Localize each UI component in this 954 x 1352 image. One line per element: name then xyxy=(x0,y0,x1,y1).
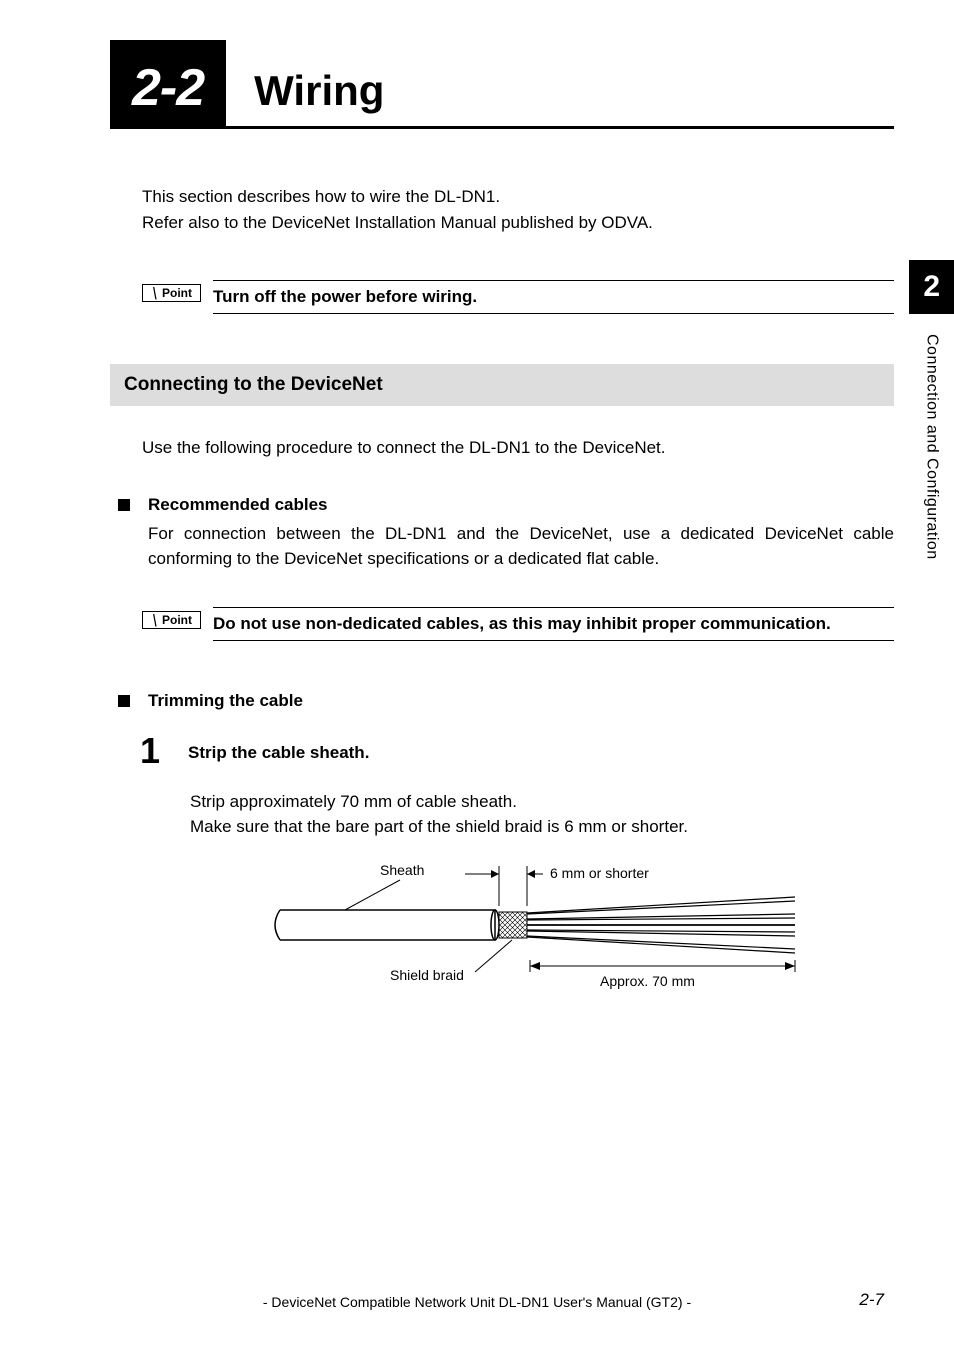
footer-text: - DeviceNet Compatible Network Unit DL-D… xyxy=(0,1294,954,1310)
side-tab: 2 Connection and Configuration xyxy=(909,260,954,560)
shield-label: Shield braid xyxy=(390,967,464,983)
point-text: Turn off the power before wiring. xyxy=(213,287,477,306)
recommended-heading: Recommended cables xyxy=(118,495,894,515)
cable-diagram: Sheath xyxy=(250,860,894,995)
section-number: 2-2 xyxy=(132,59,204,117)
trimming-title: Trimming the cable xyxy=(148,691,303,711)
step-number: 1 xyxy=(140,733,160,769)
recommended-body: For connection between the DL-DN1 and th… xyxy=(148,521,894,572)
side-chapter-label: Connection and Configuration xyxy=(923,334,941,560)
subsection-title: Connecting to the DeviceNet xyxy=(124,374,383,395)
short-dim-label: 6 mm or shorter xyxy=(550,865,649,881)
point-text: Do not use non-dedicated cables, as this… xyxy=(213,614,831,633)
point-text-wrap: Do not use non-dedicated cables, as this… xyxy=(213,607,894,641)
subsection-bar: Connecting to the DeviceNet xyxy=(110,364,894,406)
page-number: 2-7 xyxy=(859,1290,884,1310)
step-1-row: 1 Strip the cable sheath. xyxy=(140,733,894,769)
trimming-heading: Trimming the cable xyxy=(118,691,894,711)
bullet-square-icon xyxy=(118,695,130,707)
section-title: Wiring xyxy=(254,67,384,115)
point-callout-1: Point Turn off the power before wiring. xyxy=(142,280,894,314)
section-number-box: 2-2 xyxy=(110,40,226,126)
bullet-square-icon xyxy=(118,499,130,511)
sheath-label: Sheath xyxy=(380,862,424,878)
intro-line-2: Refer also to the DeviceNet Installation… xyxy=(142,210,894,236)
step-body: Strip approximately 70 mm of cable sheat… xyxy=(190,789,894,840)
cable-diagram-svg: Sheath xyxy=(250,860,810,990)
section-header: 2-2 Wiring xyxy=(110,40,894,129)
step-title: Strip the cable sheath. xyxy=(188,743,369,763)
subsection-intro: Use the following procedure to connect t… xyxy=(142,436,894,460)
recommended-title: Recommended cables xyxy=(148,495,328,515)
point-callout-2: Point Do not use non-dedicated cables, a… xyxy=(142,607,894,641)
intro-line-1: This section describes how to wire the D… xyxy=(142,184,894,210)
intro-paragraph: This section describes how to wire the D… xyxy=(142,184,894,235)
point-label: Point xyxy=(142,284,201,302)
side-chapter-number: 2 xyxy=(909,260,954,314)
point-label: Point xyxy=(142,611,201,629)
point-text-wrap: Turn off the power before wiring. xyxy=(213,280,894,314)
length-dim-label: Approx. 70 mm xyxy=(600,973,695,989)
step-body-line-1: Strip approximately 70 mm of cable sheat… xyxy=(190,789,894,815)
step-body-line-2: Make sure that the bare part of the shie… xyxy=(190,814,894,840)
